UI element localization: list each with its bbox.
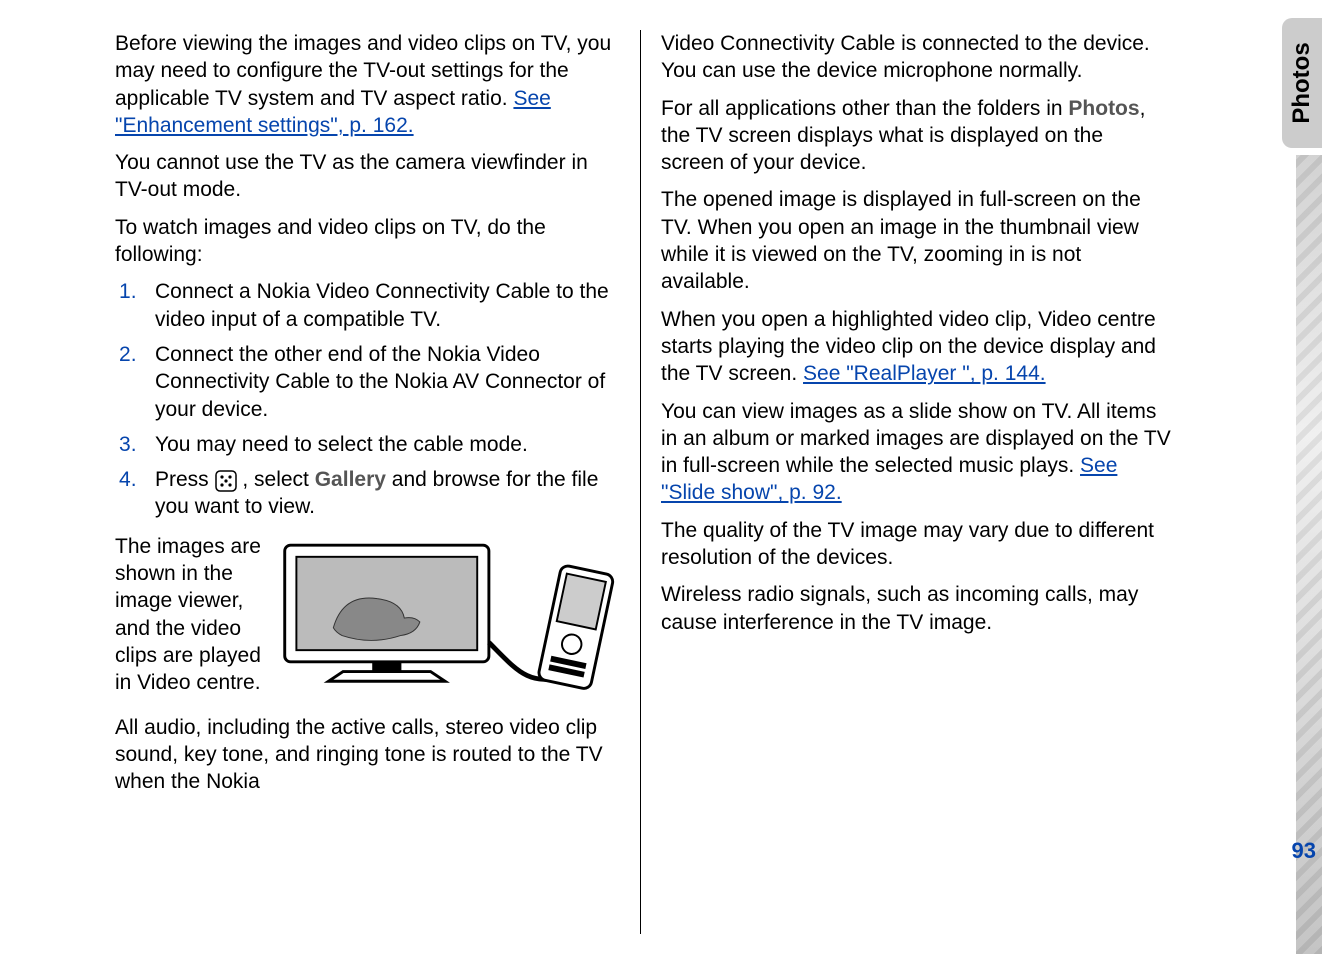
- text: Press: [155, 468, 215, 491]
- paragraph: Video Connectivity Cable is connected to…: [661, 30, 1171, 85]
- section-tab: Photos: [1282, 18, 1322, 148]
- illustration-tv-phone: [275, 533, 625, 708]
- paragraph: The quality of the TV image may vary due…: [661, 517, 1171, 572]
- text: For all applications other than the fold…: [661, 97, 1068, 120]
- paragraph: All audio, including the active calls, s…: [115, 714, 625, 796]
- paragraph: For all applications other than the fold…: [661, 95, 1171, 177]
- paragraph: When you open a highlighted video clip, …: [661, 306, 1171, 388]
- ui-term-gallery: Gallery: [315, 468, 386, 491]
- side-decoration: [1296, 155, 1322, 954]
- paragraph: The opened image is displayed in full-sc…: [661, 186, 1171, 295]
- steps-list: Connect a Nokia Video Connectivity Cable…: [115, 278, 625, 520]
- section-tab-label: Photos: [1288, 42, 1316, 123]
- paragraph: The images are shown in the image viewer…: [115, 533, 265, 708]
- left-column: Before viewing the images and video clip…: [115, 30, 641, 934]
- figure-row: The images are shown in the image viewer…: [115, 533, 625, 708]
- paragraph: You can view images as a slide show on T…: [661, 398, 1171, 507]
- link-realplayer[interactable]: See "RealPlayer ", p. 144.: [803, 362, 1046, 385]
- list-item: Press , select Gallery and browse for th…: [155, 466, 625, 521]
- text: , select: [237, 468, 315, 491]
- section-tab-label-box: Photos: [1282, 18, 1322, 148]
- list-item: You may need to select the cable mode.: [155, 431, 625, 458]
- paragraph: Before viewing the images and video clip…: [115, 30, 625, 139]
- paragraph: To watch images and video clips on TV, d…: [115, 214, 625, 269]
- right-column: Video Connectivity Cable is connected to…: [641, 30, 1171, 934]
- list-item: Connect a Nokia Video Connectivity Cable…: [155, 278, 625, 333]
- paragraph: You cannot use the TV as the camera view…: [115, 149, 625, 204]
- menu-key-icon: [215, 468, 237, 491]
- ui-term-photos: Photos: [1068, 97, 1139, 120]
- list-item: Connect the other end of the Nokia Video…: [155, 341, 625, 423]
- paragraph: Wireless radio signals, such as incoming…: [661, 581, 1171, 636]
- page-number: 93: [1292, 838, 1316, 864]
- page-content: Before viewing the images and video clip…: [0, 0, 1322, 954]
